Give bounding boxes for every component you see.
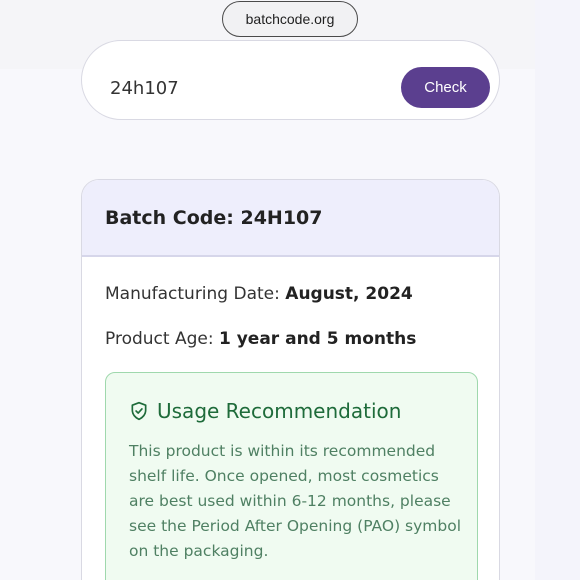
manufacturing-date-row: Manufacturing Date: August, 2024 <box>105 284 413 304</box>
usage-recommendation-box: Usage Recommendation This product is wit… <box>105 372 478 580</box>
shield-check-icon <box>131 401 147 421</box>
result-header: Batch Code: 24H107 <box>82 180 499 257</box>
product-age-value: 1 year and 5 months <box>218 329 417 349</box>
url-text: batchcode.org <box>245 11 335 27</box>
right-strip <box>535 0 580 580</box>
product-age-row: Product Age: 1 year and 5 months <box>105 329 416 349</box>
batch-search-form: Check <box>81 40 500 120</box>
page: Check batchcode.org Batch Code: 24H107 M… <box>0 0 580 580</box>
manufacturing-date-value: August, 2024 <box>285 284 413 304</box>
result-card: Batch Code: 24H107 Manufacturing Date: A… <box>81 179 500 580</box>
manufacturing-date-label: Manufacturing Date: <box>105 284 280 304</box>
check-button[interactable]: Check <box>401 67 490 108</box>
url-bar[interactable]: batchcode.org <box>222 1 358 37</box>
usage-recommendation-text: This product is within its recommended s… <box>129 442 462 560</box>
usage-recommendation-title: Usage Recommendation <box>157 399 402 423</box>
product-age-label: Product Age: <box>105 329 214 349</box>
batch-code-input[interactable] <box>110 73 390 103</box>
result-title: Batch Code: 24H107 <box>105 206 323 229</box>
usage-recommendation-heading: Usage Recommendation <box>129 399 401 423</box>
